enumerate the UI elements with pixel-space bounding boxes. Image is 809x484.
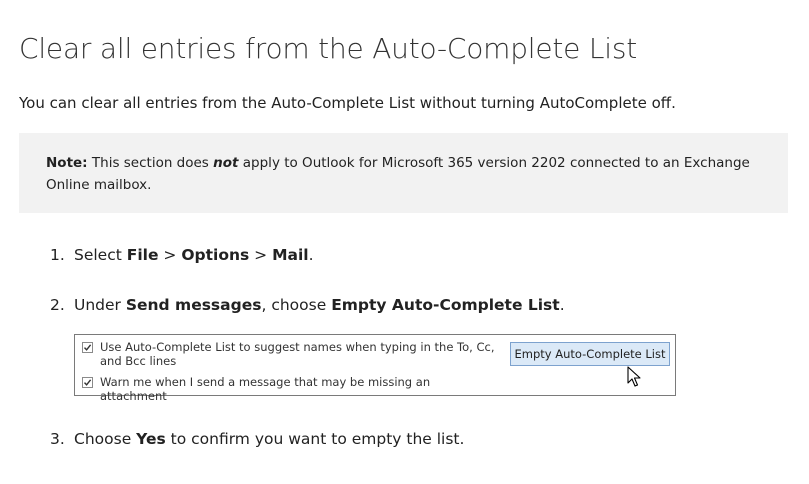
step-number: 3. <box>50 430 65 448</box>
step-text: Under <box>74 296 126 314</box>
step-text: . <box>308 246 314 264</box>
step-keyword-send-messages: Send messages <box>125 296 262 314</box>
step-number: 2. <box>50 296 65 314</box>
step-keyword-mail: Mail <box>272 246 309 264</box>
mouse-pointer-icon <box>627 366 641 387</box>
checkmark-icon <box>83 344 92 351</box>
note-box: Note: This section does not apply to Out… <box>19 133 788 213</box>
note-label: Note: <box>46 155 88 171</box>
note-line-2: Online mailbox. <box>46 177 152 193</box>
step-2: 2. Under Send messages, choose Empty Auto… <box>50 296 565 314</box>
autocomplete-checkbox[interactable] <box>82 342 93 353</box>
step-separator: > <box>249 246 273 264</box>
note-line-1: Note: This section does not apply to Out… <box>46 152 762 174</box>
autocomplete-checkbox-label: Use Auto-Complete List to suggest names … <box>100 340 495 368</box>
step-keyword-empty-list: Empty Auto-Complete List <box>331 296 560 314</box>
step-text: Select <box>74 246 127 264</box>
step-keyword-yes: Yes <box>136 430 166 448</box>
step-text: Choose <box>74 430 137 448</box>
step-text: . <box>559 296 565 314</box>
step-3: 3. Choose Yes to confirm you want to empt… <box>50 430 464 448</box>
step-text: to confirm you want to empty the list. <box>165 430 465 448</box>
note-emphasis: not <box>213 155 239 171</box>
step-separator: > <box>158 246 182 264</box>
attachment-warning-row: Warn me when I send a message that may b… <box>82 375 500 403</box>
empty-auto-complete-list-button[interactable]: Empty Auto-Complete List <box>510 342 670 366</box>
checkmark-icon <box>83 379 92 386</box>
step-text: , choose <box>261 296 332 314</box>
attachment-warning-label: Warn me when I send a message that may b… <box>100 375 431 403</box>
step-keyword-options: Options <box>181 246 250 264</box>
intro-paragraph: You can clear all entries from the Auto-… <box>19 94 676 112</box>
step-1: 1. Select File > Options > Mail. <box>50 246 314 264</box>
attachment-warning-checkbox[interactable] <box>82 377 93 388</box>
step-number: 1. <box>50 246 65 264</box>
dialog-screenshot: Use Auto-Complete List to suggest names … <box>74 334 676 403</box>
page-title: Clear all entries from the Auto-Complete… <box>19 32 638 65</box>
step-keyword-file: File <box>126 246 159 264</box>
autocomplete-option-row: Use Auto-Complete List to suggest names … <box>82 340 500 368</box>
note-text-before: This section does <box>87 155 214 171</box>
note-text-after: apply to Outlook for Microsoft 365 versi… <box>238 155 750 171</box>
